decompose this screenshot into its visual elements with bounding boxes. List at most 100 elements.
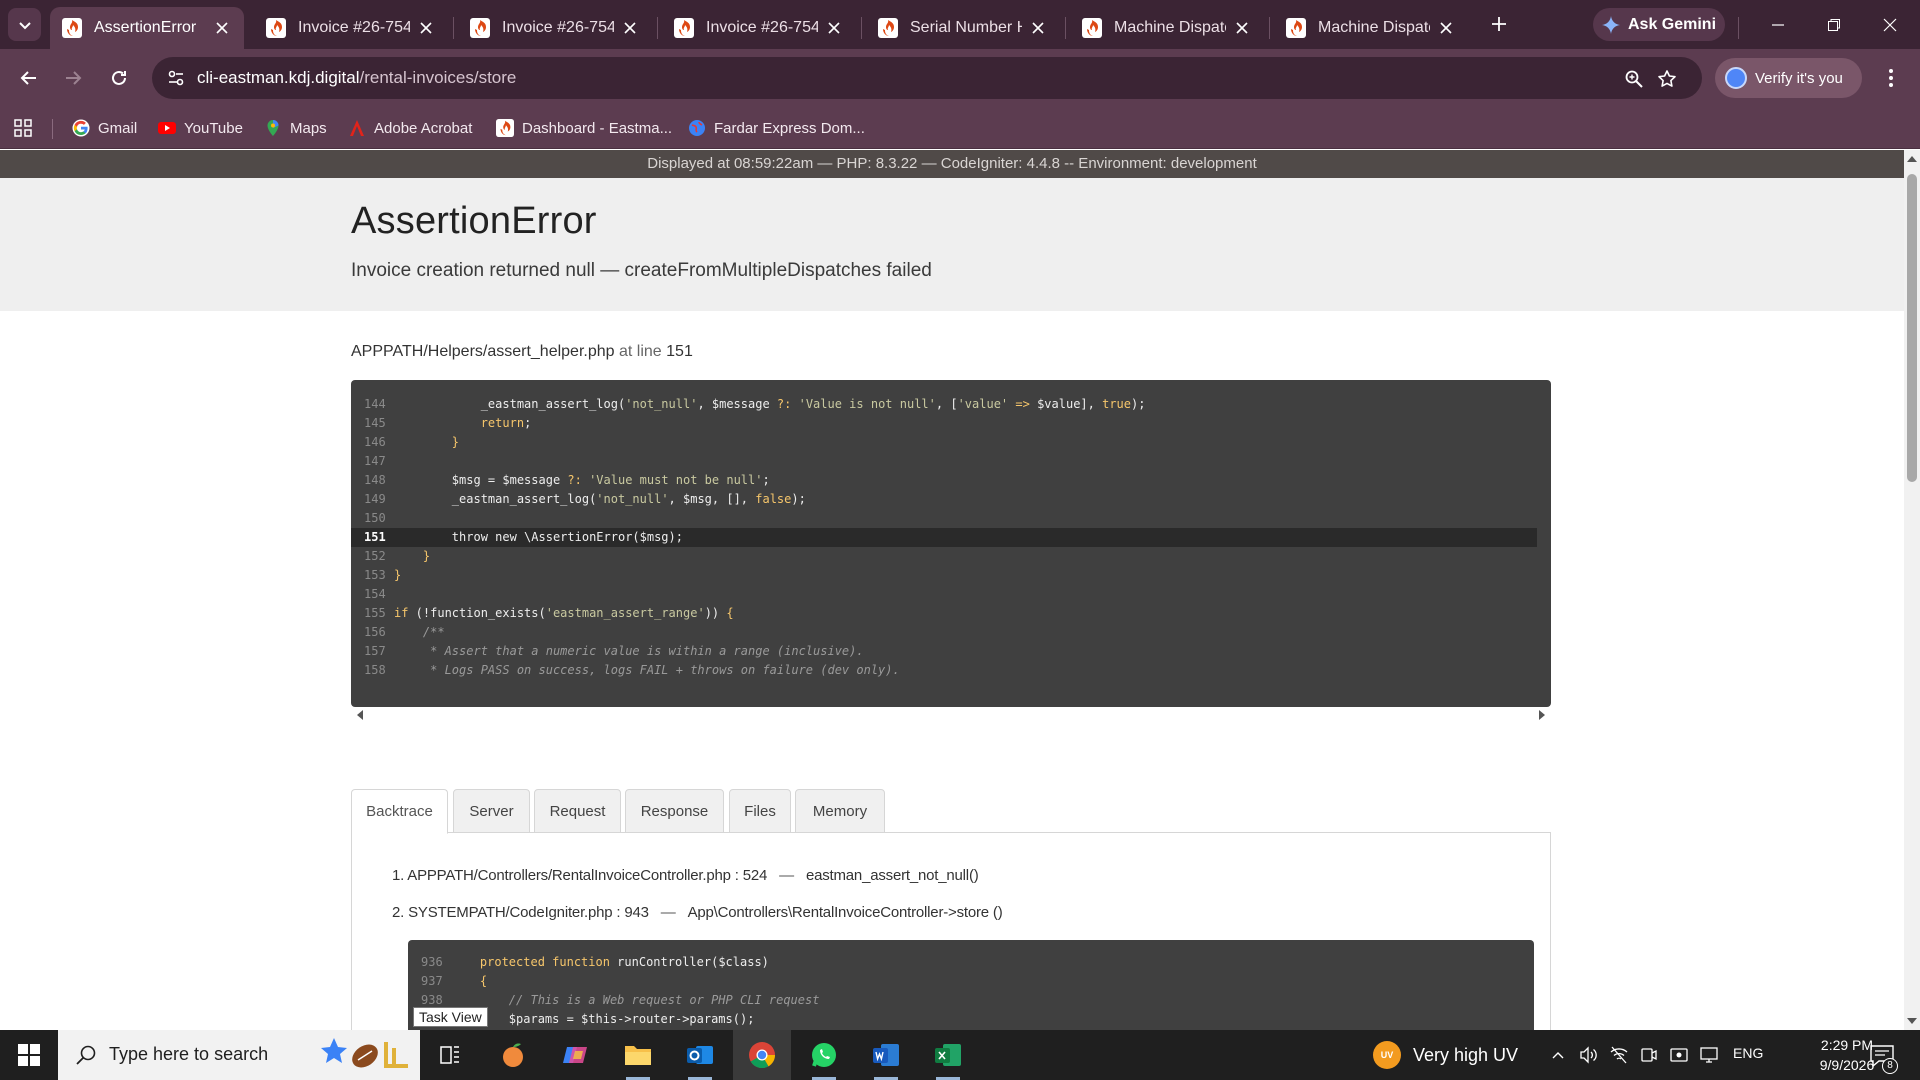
zoom-icon[interactable] — [1622, 67, 1646, 91]
back-button[interactable] — [14, 63, 44, 93]
source-location: APPPATH/Helpers/assert_helper.php at lin… — [351, 343, 693, 361]
close-tab-icon[interactable] — [620, 18, 640, 38]
taskbar-app-excel[interactable] — [928, 1035, 968, 1080]
bookmark-label: Gmail — [98, 119, 138, 137]
close-window-button[interactable] — [1862, 0, 1918, 49]
tab-server[interactable]: Server — [453, 789, 530, 833]
codeigniter-flame-icon — [470, 18, 490, 38]
close-tab-icon[interactable] — [1436, 18, 1456, 38]
scroll-up-icon[interactable] — [1907, 154, 1917, 164]
browser-tab[interactable]: AssertionError — [50, 7, 244, 49]
network-disconnected-icon — [1610, 1046, 1628, 1064]
forward-button[interactable] — [58, 63, 88, 93]
volume-button[interactable] — [1578, 1044, 1600, 1066]
excel-icon — [935, 1044, 961, 1066]
new-tab-button[interactable] — [1485, 10, 1513, 38]
line-number: 158 — [364, 663, 386, 677]
tab-search-button[interactable] — [8, 8, 41, 41]
browser-menu-button[interactable] — [1878, 64, 1904, 92]
code-text: * Logs PASS on success, logs FAIL + thro… — [394, 663, 900, 677]
network-button[interactable] — [1608, 1044, 1630, 1066]
line-number: 937 — [421, 974, 443, 988]
task-view-button[interactable] — [430, 1035, 470, 1075]
apps-button[interactable] — [14, 117, 32, 139]
browser-tab[interactable]: Serial Number Hi — [866, 7, 1060, 49]
close-tab-icon[interactable] — [416, 18, 436, 38]
taskbar-app-fruit[interactable] — [493, 1035, 533, 1075]
tab-divider — [1269, 17, 1270, 39]
start-button[interactable] — [0, 1030, 58, 1080]
close-tab-icon[interactable] — [212, 18, 232, 38]
bookmark-item[interactable]: YouTube — [158, 117, 243, 139]
site-info-icon[interactable] — [164, 66, 188, 90]
browser-tab[interactable]: Invoice #26-7545 — [254, 7, 448, 49]
restore-button[interactable] — [1806, 0, 1862, 49]
taskbar-app-chrome[interactable] — [733, 1030, 791, 1080]
line-number: 145 — [364, 416, 386, 430]
bookmark-item[interactable]: Adobe Acrobat — [348, 117, 472, 139]
page-vertical-scrollbar[interactable] — [1904, 150, 1920, 1030]
browser-toolbar: cli-eastman.kdj.digital/rental-invoices/… — [0, 49, 1920, 107]
reload-button[interactable] — [104, 63, 134, 93]
browser-tab[interactable]: Invoice #26-7545 — [662, 7, 856, 49]
scroll-down-icon[interactable] — [1907, 1016, 1917, 1026]
weather-widget[interactable]: UV Very high UV — [1373, 1041, 1518, 1069]
camera-icon — [1641, 1048, 1657, 1062]
taskbar-app-file-explorer[interactable] — [618, 1035, 658, 1080]
code-text: } — [451, 435, 460, 449]
display-button[interactable] — [1698, 1044, 1720, 1066]
scroll-right-icon[interactable] — [1537, 710, 1547, 720]
tray-overflow-button[interactable] — [1547, 1044, 1569, 1066]
bookmark-item[interactable]: Fardar Express Dom... — [688, 117, 865, 139]
tab-response[interactable]: Response — [625, 789, 724, 833]
scroll-thumb[interactable] — [1907, 174, 1917, 482]
codeigniter-flame-icon — [496, 119, 514, 137]
scroll-left-icon[interactable] — [355, 710, 365, 720]
taskbar-app-word[interactable] — [866, 1035, 906, 1080]
tab-memory[interactable]: Memory — [795, 789, 885, 833]
backtrace-call: App\Controllers\RentalInvoiceController-… — [687, 904, 1003, 921]
browser-tab[interactable]: Machine Dispatch — [1070, 7, 1264, 49]
bookmark-label: Fardar Express Dom... — [714, 119, 865, 137]
address-bar[interactable]: cli-eastman.kdj.digital/rental-invoices/… — [152, 57, 1702, 99]
code-line: 155 if (!function_exists('eastman_assert_… — [351, 604, 1551, 623]
taskbar-app-whatsapp[interactable] — [804, 1035, 844, 1080]
close-tab-icon[interactable] — [1028, 18, 1048, 38]
code-horizontal-scrollbar[interactable] — [351, 707, 1551, 723]
bookmark-star-icon[interactable] — [1655, 67, 1679, 91]
backtrace-item[interactable]: 1. APPPATH/Controllers/RentalInvoiceCont… — [392, 867, 979, 884]
close-tab-icon[interactable] — [824, 18, 844, 38]
code-text: { — [479, 974, 488, 988]
verify-label: Verify it's you — [1755, 69, 1843, 87]
taskbar-app-copilot[interactable] — [555, 1035, 595, 1075]
language-indicator[interactable]: ENG — [1733, 1045, 1763, 1061]
minimize-button[interactable] — [1750, 0, 1806, 49]
url-path: /rental-invoices/store — [359, 68, 517, 87]
meet-now-button[interactable] — [1638, 1044, 1660, 1066]
globe-icon — [689, 120, 705, 136]
divider — [1738, 17, 1739, 39]
detail-tabs: Backtrace Server Request Response Files Memor… — [351, 789, 1551, 834]
tab-title: Invoice #26-7545 — [706, 19, 818, 36]
backtrace-item[interactable]: 2. SYSTEMPATH/CodeIgniter.php : 943 — App\… — [392, 904, 1003, 921]
bookmark-item[interactable]: Maps — [264, 117, 327, 139]
bookmark-item[interactable]: Dashboard - Eastma... — [496, 117, 672, 139]
verify-profile-button[interactable]: Verify it's you — [1715, 58, 1862, 98]
ask-gemini-button[interactable]: Ask Gemini — [1593, 8, 1725, 41]
tab-files[interactable]: Files — [729, 789, 791, 833]
browser-tab[interactable]: Invoice #26-7545 — [458, 7, 652, 49]
taskbar-app-outlook[interactable] — [680, 1035, 720, 1080]
error-message: Invoice creation returned null — createF… — [351, 260, 932, 281]
tab-backtrace[interactable]: Backtrace — [351, 789, 448, 834]
browser-tab[interactable]: Machine Dispatch — [1274, 7, 1468, 49]
screen-capture-button[interactable] — [1668, 1044, 1690, 1066]
environment-bar: Displayed at 08:59:22am — PHP: 8.3.22 — … — [0, 150, 1904, 178]
taskbar-search-box[interactable]: Type here to search — [58, 1030, 420, 1080]
notification-count-badge: 8 — [1882, 1058, 1898, 1074]
close-tab-icon[interactable] — [1232, 18, 1252, 38]
ask-gemini-label: Ask Gemini — [1627, 15, 1717, 33]
code-line: 144 _eastman_assert_log('not_null', $mes… — [351, 395, 1551, 414]
bookmark-item[interactable]: Gmail — [72, 117, 137, 139]
backtrace-file: APPPATH/Controllers/RentalInvoiceControl… — [407, 867, 768, 884]
tab-request[interactable]: Request — [534, 789, 621, 833]
